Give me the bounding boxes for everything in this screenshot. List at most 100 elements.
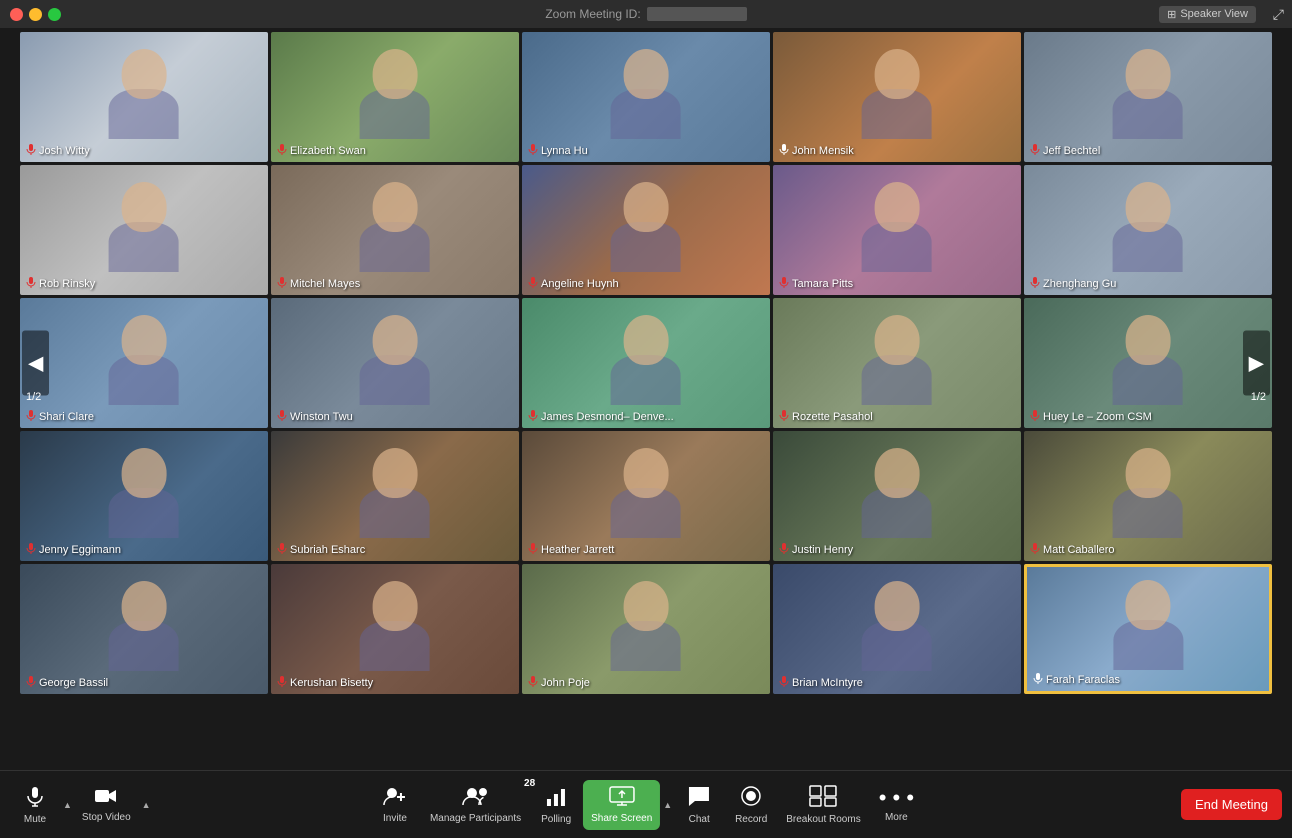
- invite-button[interactable]: Invite: [370, 782, 420, 828]
- participant-mic-icon: [277, 276, 287, 291]
- invite-label: Invite: [383, 813, 407, 824]
- video-caret[interactable]: ▲: [142, 800, 151, 810]
- video-grid: Josh Witty Elizabeth Swan Lynna Hu John …: [20, 32, 1272, 694]
- toolbar: Mute ▲ Stop Video ▲ In: [0, 770, 1292, 838]
- participant-mic-icon: [528, 276, 538, 291]
- record-label: Record: [735, 814, 767, 825]
- toolbar-left: Mute ▲ Stop Video ▲: [10, 781, 151, 829]
- video-cell[interactable]: Angeline Huynh: [522, 165, 770, 295]
- titlebar: Zoom Meeting ID: ⊞ Speaker View ⤢: [0, 0, 1292, 28]
- video-cell[interactable]: Zhenghang Gu: [1024, 165, 1272, 295]
- participant-mic-icon: [26, 143, 36, 158]
- more-icon: • • •: [879, 787, 914, 809]
- polling-button[interactable]: Polling: [531, 781, 581, 829]
- video-cell[interactable]: Justin Henry: [773, 431, 1021, 561]
- participant-name: Subriah Esharc: [277, 542, 365, 557]
- video-cell[interactable]: Winston Twu: [271, 298, 519, 428]
- participant-name: Lynna Hu: [528, 143, 588, 158]
- video-cell[interactable]: Rob Rinsky: [20, 165, 268, 295]
- breakout-rooms-icon: [809, 785, 837, 811]
- participants-count-badge: 28: [524, 778, 535, 789]
- participant-mic-icon: [26, 542, 36, 557]
- participant-mic-icon: [779, 276, 789, 291]
- record-icon: [740, 785, 762, 811]
- participant-name: Mitchel Mayes: [277, 276, 360, 291]
- participant-mic-icon: [1030, 409, 1040, 424]
- minimize-button[interactable]: [29, 8, 42, 21]
- invite-icon: [383, 786, 407, 810]
- polling-icon: [545, 785, 567, 811]
- video-cell[interactable]: John Poje: [522, 564, 770, 694]
- meeting-id: Zoom Meeting ID:: [545, 7, 746, 21]
- participant-name: Tamara Pitts: [779, 276, 853, 291]
- video-cell[interactable]: Tamara Pitts: [773, 165, 1021, 295]
- speaker-view-button[interactable]: ⊞ Speaker View: [1159, 6, 1256, 23]
- participant-name: John Poje: [528, 675, 590, 690]
- participant-mic-icon: [779, 409, 789, 424]
- video-cell[interactable]: Jenny Eggimann: [20, 431, 268, 561]
- video-cell[interactable]: Huey Le – Zoom CSM: [1024, 298, 1272, 428]
- participant-mic-icon: [277, 409, 287, 424]
- mute-caret[interactable]: ▲: [63, 800, 72, 810]
- video-cell[interactable]: Rozette Pasahol: [773, 298, 1021, 428]
- traffic-lights: [10, 8, 61, 21]
- video-cell[interactable]: Farah Faraclas: [1024, 564, 1272, 694]
- manage-participants-label: Manage Participants: [430, 813, 521, 824]
- participant-mic-icon: [26, 675, 36, 690]
- page-indicator-left: 1/2: [26, 391, 41, 403]
- fullscreen-button[interactable]: [48, 8, 61, 21]
- video-cell[interactable]: Subriah Esharc: [271, 431, 519, 561]
- participant-mic-icon: [277, 675, 287, 690]
- mute-button[interactable]: Mute: [10, 781, 60, 829]
- participant-mic-icon: [26, 276, 36, 291]
- participant-name: Zhenghang Gu: [1030, 276, 1116, 291]
- video-cell[interactable]: Shari Clare: [20, 298, 268, 428]
- stop-video-button[interactable]: Stop Video: [74, 783, 139, 827]
- next-page-button[interactable]: ▶: [1243, 331, 1270, 396]
- participant-name: Brian McIntyre: [779, 675, 863, 690]
- video-cell[interactable]: Mitchel Mayes: [271, 165, 519, 295]
- participant-mic-icon: [1030, 143, 1040, 158]
- chat-button[interactable]: Chat: [674, 781, 724, 829]
- share-caret[interactable]: ▲: [663, 800, 672, 810]
- participant-mic-icon: [277, 542, 287, 557]
- close-button[interactable]: [10, 8, 23, 21]
- participants-icon: [462, 786, 490, 810]
- participant-name: Matt Caballero: [1030, 542, 1115, 557]
- breakout-rooms-button[interactable]: Breakout Rooms: [778, 781, 868, 829]
- participant-mic-icon: [528, 143, 538, 158]
- speaker-view-grid-icon: ⊞: [1167, 8, 1176, 21]
- participant-mic-icon: [1030, 276, 1040, 291]
- video-cell[interactable]: Heather Jarrett: [522, 431, 770, 561]
- video-cell[interactable]: James Desmond– Denve...: [522, 298, 770, 428]
- video-cell[interactable]: John Mensik: [773, 32, 1021, 162]
- prev-page-button[interactable]: ◀: [22, 331, 49, 396]
- share-screen-label: Share Screen: [591, 813, 652, 824]
- participant-name: Rozette Pasahol: [779, 409, 873, 424]
- video-cell[interactable]: Josh Witty: [20, 32, 268, 162]
- participant-name: Angeline Huynh: [528, 276, 619, 291]
- manage-participants-button[interactable]: 28 Manage Participants: [422, 782, 529, 828]
- participant-name: Rob Rinsky: [26, 276, 95, 291]
- participant-mic-icon: [779, 143, 789, 158]
- participant-mic-icon: [528, 675, 538, 690]
- video-cell[interactable]: Jeff Bechtel: [1024, 32, 1272, 162]
- toolbar-right: End Meeting: [1181, 789, 1282, 820]
- record-button[interactable]: Record: [726, 781, 776, 829]
- video-cell[interactable]: Lynna Hu: [522, 32, 770, 162]
- toolbar-center: Invite 28 Manage Participants: [370, 780, 922, 830]
- video-cell[interactable]: Brian McIntyre: [773, 564, 1021, 694]
- end-meeting-button[interactable]: End Meeting: [1181, 789, 1282, 820]
- video-icon: [94, 787, 118, 809]
- share-screen-button[interactable]: Share Screen: [583, 780, 660, 830]
- video-cell[interactable]: George Bassil: [20, 564, 268, 694]
- mute-label: Mute: [24, 814, 46, 825]
- video-cell[interactable]: Elizabeth Swan: [271, 32, 519, 162]
- more-button[interactable]: • • • More: [871, 783, 922, 827]
- video-cell[interactable]: Kerushan Bisetty: [271, 564, 519, 694]
- participant-name: Elizabeth Swan: [277, 143, 366, 158]
- page-indicator-right: 1/2: [1251, 391, 1266, 403]
- video-cell[interactable]: Matt Caballero: [1024, 431, 1272, 561]
- participant-name: Jenny Eggimann: [26, 542, 121, 557]
- fullscreen-icon[interactable]: ⤢: [1273, 6, 1284, 23]
